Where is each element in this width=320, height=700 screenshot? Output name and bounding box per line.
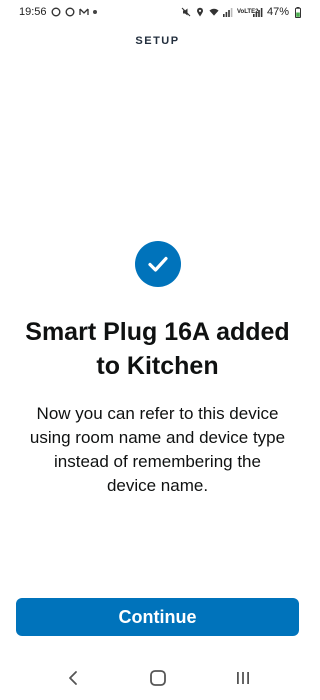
dot-icon (92, 10, 97, 14)
gmail-icon (78, 7, 89, 17)
status-time: 19:56 (19, 6, 47, 18)
battery-icon (293, 6, 303, 18)
location-icon (195, 7, 205, 17)
page-title: SETUP (135, 35, 180, 47)
setup-screen: 19:56 VoLTE2 47% SETUP Smart Plug 16A ad… (0, 0, 315, 700)
nav-back-button[interactable] (53, 658, 93, 698)
back-icon (68, 671, 77, 685)
signal-icon (222, 7, 233, 17)
checkmark-icon (148, 256, 168, 272)
signal-icon (252, 7, 263, 17)
circle-icon (51, 7, 61, 17)
nav-home-button[interactable] (138, 658, 178, 698)
circle-icon (65, 7, 75, 17)
success-message: Now you can refer to this device using r… (29, 404, 286, 495)
continue-button[interactable]: Continue (16, 598, 299, 636)
status-left: 19:56 (19, 6, 97, 18)
success-title: Smart Plug 16A added to Kitchen (25, 318, 290, 380)
home-icon (149, 670, 166, 686)
status-bar: 19:56 VoLTE2 47% (0, 0, 315, 24)
wifi-icon (209, 7, 219, 17)
success-badge (135, 241, 181, 287)
recents-icon (236, 672, 249, 684)
mute-icon (181, 7, 191, 17)
nav-recents-button[interactable] (223, 658, 263, 698)
status-right: VoLTE2 47% (181, 6, 303, 18)
network-label: VoLTE2 (236, 9, 259, 15)
battery-percent: 47% (266, 6, 289, 18)
system-nav-bar (0, 656, 315, 700)
